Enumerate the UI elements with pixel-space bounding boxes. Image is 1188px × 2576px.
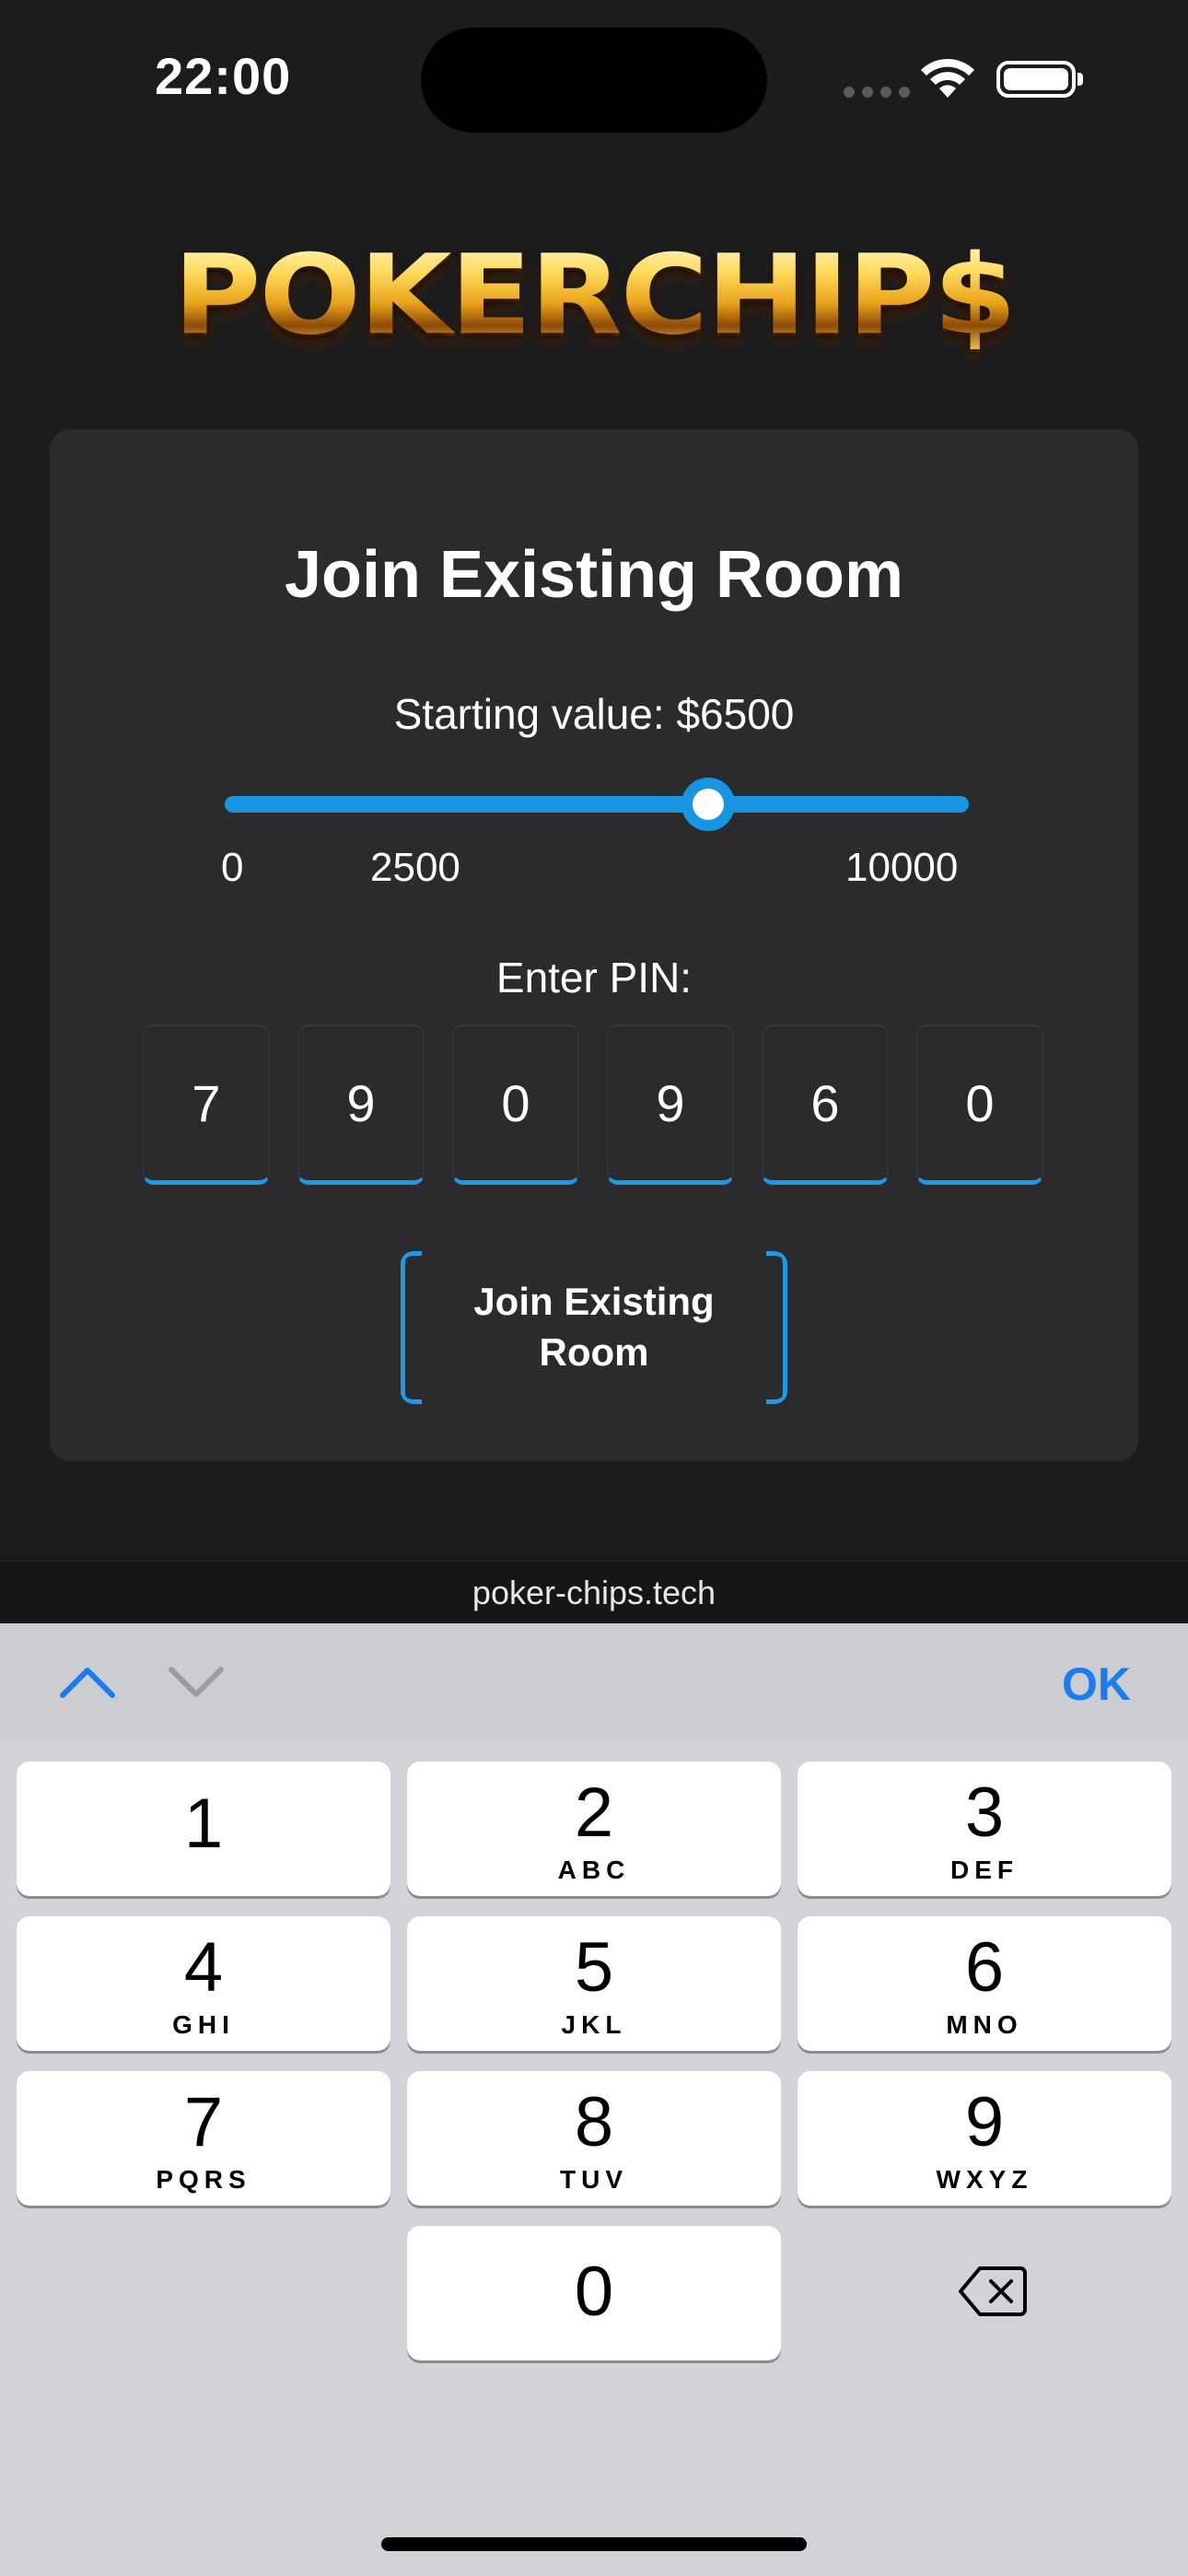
- chevron-up-icon[interactable]: [57, 1662, 118, 1701]
- card-title: Join Existing Room: [284, 538, 904, 612]
- key-letters: ABC: [557, 1856, 631, 1884]
- key-letters: WXYZ: [936, 2165, 1033, 2194]
- key-6[interactable]: 6 MNO: [798, 1916, 1171, 2051]
- pin-digit-input[interactable]: 0: [916, 1025, 1043, 1185]
- app-logo: POKERCHIP$: [0, 235, 1188, 355]
- status-bar: 22:00: [0, 0, 1188, 166]
- keyboard-toolbar: OK: [0, 1623, 1188, 1741]
- key-0[interactable]: 0: [407, 2226, 781, 2360]
- key-8[interactable]: 8 TUV: [407, 2071, 781, 2206]
- key-7[interactable]: 7 PQRS: [17, 2071, 390, 2206]
- slider-min-label: 0: [221, 845, 244, 890]
- slider-max-label: 10000: [845, 845, 959, 890]
- battery-icon: [996, 61, 1083, 98]
- status-time: 22:00: [155, 47, 292, 105]
- numeric-keyboard: OK 1 2 ABC 3 DEF 4 GHI 5 JKL 6 MNO 7 PQR…: [0, 1623, 1188, 2576]
- dynamic-island: [421, 28, 767, 133]
- wifi-icon: [921, 58, 974, 98]
- join-existing-room-button[interactable]: Join Existing Room: [401, 1251, 787, 1404]
- chevron-down-icon[interactable]: [166, 1662, 227, 1701]
- key-letters: DEF: [950, 1856, 1019, 1884]
- key-9[interactable]: 9 WXYZ: [798, 2071, 1171, 2206]
- key-letters: GHI: [172, 2010, 235, 2039]
- key-digit: 3: [964, 1774, 1005, 1852]
- key-4[interactable]: 4 GHI: [17, 1916, 390, 2051]
- key-digit: 1: [183, 1785, 224, 1863]
- starting-value-slider[interactable]: [225, 778, 969, 831]
- pin-digit-input[interactable]: 0: [452, 1025, 579, 1185]
- join-button-label: Join Existing Room: [473, 1280, 715, 1374]
- slider-track[interactable]: [225, 796, 969, 813]
- join-room-card: Join Existing Room Starting value: $6500…: [50, 429, 1138, 1461]
- keyboard-ok-button[interactable]: OK: [1062, 1657, 1131, 1712]
- key-digit: 2: [574, 1774, 614, 1852]
- home-indicator[interactable]: [381, 2537, 807, 2551]
- key-digit: 6: [964, 1928, 1005, 2007]
- starting-value-label: Starting value: $6500: [393, 690, 795, 738]
- pin-input-row: 7 9 0 9 6 0: [143, 1025, 1043, 1185]
- key-1[interactable]: 1: [17, 1762, 390, 1896]
- key-digit: 7: [183, 2083, 224, 2161]
- key-digit: 8: [574, 2083, 614, 2161]
- key-2[interactable]: 2 ABC: [407, 1762, 781, 1896]
- backspace-icon[interactable]: [958, 2265, 1028, 2318]
- key-5[interactable]: 5 JKL: [407, 1916, 781, 2051]
- key-letters: MNO: [946, 2010, 1023, 2039]
- pin-digit-input[interactable]: 9: [607, 1025, 734, 1185]
- key-digit: 4: [183, 1928, 224, 2007]
- key-digit: 5: [574, 1928, 614, 2007]
- pin-digit-input[interactable]: 9: [297, 1025, 425, 1185]
- pin-label: Enter PIN:: [495, 954, 693, 1001]
- key-letters: TUV: [560, 2165, 628, 2194]
- key-digit: 9: [964, 2083, 1005, 2161]
- key-letters: JKL: [561, 2010, 627, 2039]
- slider-mid-label: 2500: [370, 845, 460, 890]
- slider-thumb[interactable]: [681, 778, 736, 831]
- cellular-signal-icon: [844, 87, 910, 98]
- pin-digit-input[interactable]: 7: [143, 1025, 270, 1185]
- pin-digit-input[interactable]: 6: [762, 1025, 889, 1185]
- url-domain: poker-chips.tech: [472, 1574, 716, 1611]
- app-logo-text: POKERCHIP$: [173, 230, 1017, 359]
- key-digit: 0: [574, 2253, 614, 2331]
- key-3[interactable]: 3 DEF: [798, 1762, 1171, 1896]
- browser-url-bar[interactable]: poker-chips.tech: [0, 1561, 1188, 1624]
- key-letters: PQRS: [156, 2165, 251, 2194]
